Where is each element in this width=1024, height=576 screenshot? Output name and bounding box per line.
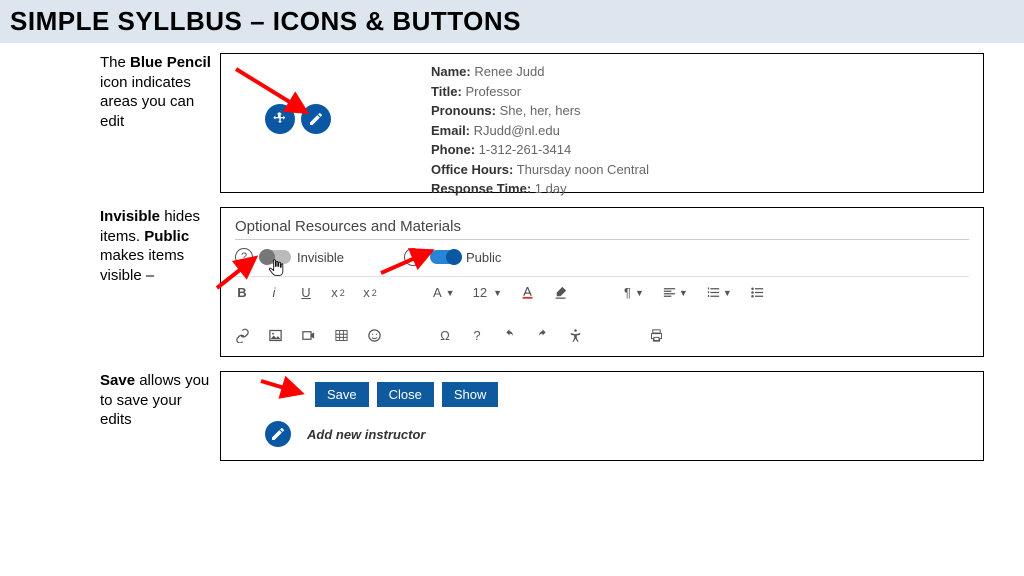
underline-button[interactable]: U: [299, 285, 313, 300]
close-button[interactable]: Close: [377, 382, 434, 407]
subscript-button[interactable]: x2: [331, 285, 345, 300]
undo-button[interactable]: [502, 328, 517, 343]
table-button[interactable]: [334, 328, 349, 343]
cursor-icon: [267, 258, 287, 283]
font-color-button[interactable]: [520, 285, 535, 300]
section1-description: The Blue Pencil icon indicates areas you…: [100, 53, 220, 193]
image-button[interactable]: [268, 328, 283, 343]
section2-description: Invisible hides items. Public makes item…: [100, 207, 220, 357]
align-button[interactable]: ▼: [662, 285, 688, 300]
editor-toolbar: B i U x2 x2 A▼ 12▼ ¶▼ ▼ ▼: [235, 276, 969, 343]
pencil-icon[interactable]: [265, 421, 291, 447]
add-instructor-label: Add new instructor: [307, 427, 425, 442]
unordered-list-button[interactable]: [750, 285, 765, 300]
redo-button[interactable]: [535, 328, 550, 343]
section3-description: Save allows you to save your edits: [100, 371, 220, 461]
highlight-button[interactable]: [553, 285, 568, 300]
italic-button[interactable]: i: [267, 285, 281, 300]
special-char-button[interactable]: Ω: [438, 328, 452, 343]
show-button[interactable]: Show: [442, 382, 499, 407]
ordered-list-button[interactable]: ▼: [706, 285, 732, 300]
save-button[interactable]: Save: [315, 382, 369, 407]
arrow-annotation: [261, 378, 311, 408]
help-button[interactable]: ?: [470, 328, 484, 343]
invisible-label: Invisible: [297, 250, 344, 265]
link-button[interactable]: [235, 328, 250, 343]
print-button[interactable]: [649, 328, 664, 343]
arrow-annotation: [231, 64, 321, 129]
superscript-button[interactable]: x2: [363, 285, 377, 300]
font-family-button[interactable]: A▼: [433, 285, 455, 300]
arrow-annotation: [217, 253, 267, 298]
paragraph-button[interactable]: ¶▼: [624, 285, 644, 300]
page-title: SIMPLE SYLLBUS – ICONS & BUTTONS: [0, 0, 1024, 43]
video-button[interactable]: [301, 328, 316, 343]
panel-heading: Optional Resources and Materials: [235, 218, 969, 240]
font-size-button[interactable]: 12▼: [473, 285, 502, 300]
arrow-annotation: [381, 248, 441, 283]
accessibility-button[interactable]: [568, 328, 583, 343]
public-label: Public: [466, 250, 501, 265]
emoji-button[interactable]: [367, 328, 382, 343]
